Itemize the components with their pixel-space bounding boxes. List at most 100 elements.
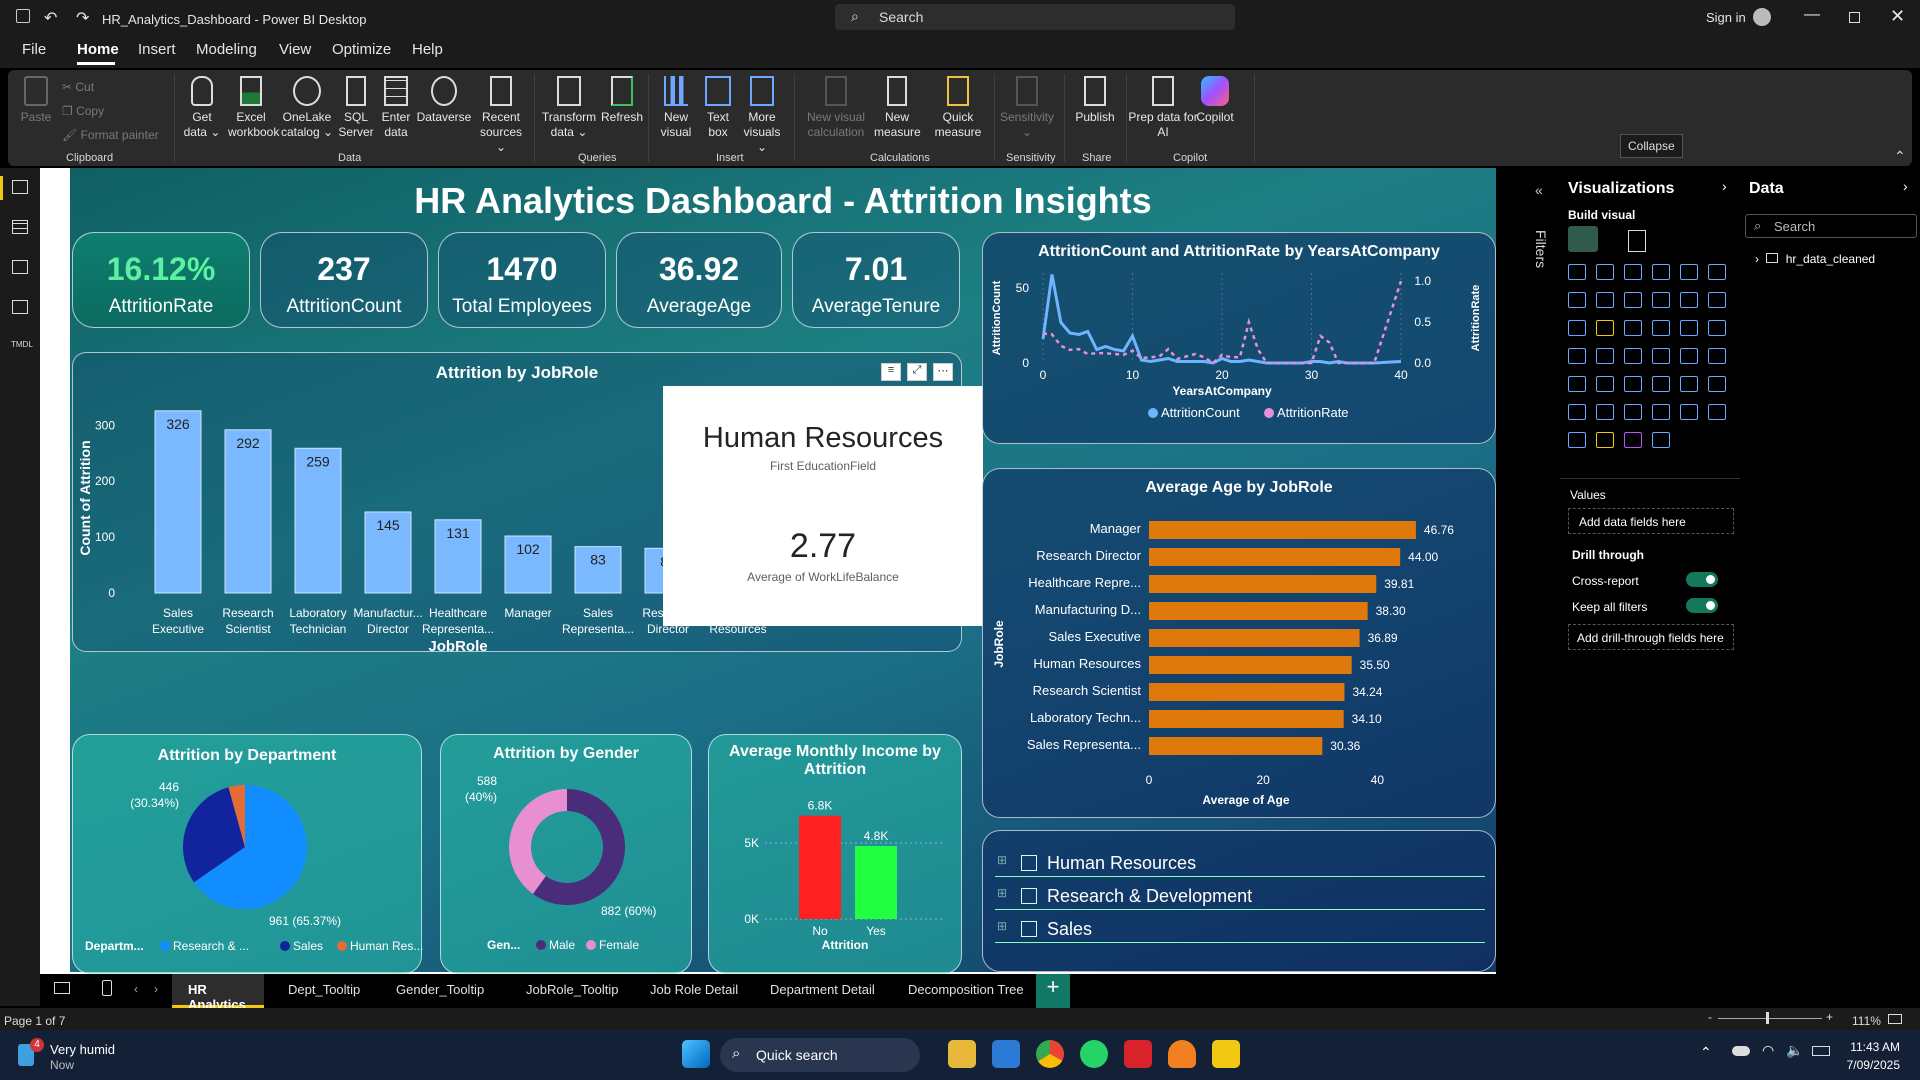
format-visual-tab-icon[interactable] — [1628, 230, 1646, 252]
prev-page-icon[interactable]: ‹ — [134, 982, 138, 996]
collapse-pane-icon[interactable]: › — [1722, 178, 1727, 194]
menu-view[interactable]: View — [279, 41, 311, 58]
save-icon[interactable] — [16, 9, 30, 23]
visual-type-icon[interactable] — [1652, 376, 1670, 392]
dax-query-view-icon[interactable] — [12, 300, 28, 314]
publish-button[interactable]: Publish — [1072, 76, 1118, 125]
menu-optimize[interactable]: Optimize — [332, 41, 391, 58]
tmdl-view-icon[interactable]: TMDL — [11, 340, 33, 349]
visual-type-icon[interactable] — [1624, 376, 1642, 392]
visual-type-icon[interactable] — [1708, 264, 1726, 280]
expand-icon[interactable]: ⊞ — [997, 886, 1007, 900]
visual-type-icon[interactable] — [1652, 404, 1670, 420]
visual-type-icon[interactable] — [1708, 404, 1726, 420]
visual-type-icon[interactable] — [1652, 348, 1670, 364]
visual-type-icon[interactable] — [1568, 432, 1586, 448]
more-visuals-button[interactable]: More visuals ⌄ — [740, 76, 784, 155]
tab-hr-analytics[interactable]: HR Analytics — [172, 974, 264, 1012]
zoom-out-icon[interactable]: - — [1708, 1010, 1712, 1024]
text-box-button[interactable]: Text box — [700, 76, 736, 140]
taskbar-search[interactable]: ⌕ Quick search — [720, 1038, 920, 1072]
kpi-card-attrition-count[interactable]: 237 AttritionCount — [260, 232, 428, 328]
menu-modeling[interactable]: Modeling — [196, 41, 257, 58]
dataverse-button[interactable]: Dataverse — [416, 76, 472, 125]
zoom-in-icon[interactable]: + — [1826, 1010, 1833, 1024]
excel-workbook-button[interactable]: Excel workbook — [228, 76, 279, 140]
checkbox-icon[interactable] — [1021, 921, 1037, 937]
checkbox-icon[interactable] — [1021, 888, 1037, 904]
slicer-item[interactable]: ⊞ Research & Development — [995, 886, 1485, 910]
tab-job-role-detail[interactable]: Job Role Detail — [634, 974, 744, 1008]
department-slicer[interactable]: ⊞ Human Resources ⊞ Research & Developme… — [982, 830, 1496, 972]
visual-type-icon[interactable] — [1596, 376, 1614, 392]
file-explorer-icon[interactable] — [948, 1040, 976, 1068]
expand-icon[interactable]: ⊞ — [997, 919, 1007, 933]
store-icon[interactable] — [992, 1040, 1020, 1068]
visual-type-icon[interactable] — [1624, 404, 1642, 420]
visual-type-icon[interactable] — [1624, 264, 1642, 280]
visual-type-icon[interactable] — [1624, 292, 1642, 308]
kpi-card-total-employees[interactable]: 1470 Total Employees — [438, 232, 606, 328]
visual-type-icon[interactable] — [1568, 292, 1586, 308]
new-visual-button[interactable]: New visual — [658, 76, 694, 140]
expand-icon[interactable]: ⊞ — [997, 853, 1007, 867]
visual-type-icon[interactable] — [1680, 348, 1698, 364]
get-data-button[interactable]: Get data ⌄ — [182, 76, 222, 140]
kpi-card-average-age[interactable]: 36.92 AverageAge — [616, 232, 782, 328]
close-icon[interactable]: ✕ — [1890, 6, 1905, 27]
sql-server-button[interactable]: SQL Server — [338, 76, 374, 140]
undo-icon[interactable]: ↶ — [44, 8, 57, 28]
zoom-slider-thumb[interactable] — [1766, 1012, 1769, 1024]
visual-type-icon[interactable] — [1680, 264, 1698, 280]
visual-type-icon[interactable] — [1680, 292, 1698, 308]
kpi-card-attrition-rate[interactable]: 16.12% AttritionRate — [72, 232, 250, 328]
visual-type-icon[interactable] — [1624, 320, 1642, 336]
onedrive-icon[interactable] — [1732, 1046, 1750, 1056]
menu-file[interactable]: File — [22, 41, 46, 58]
tab-department-detail[interactable]: Department Detail — [754, 974, 884, 1008]
sensitivity-button[interactable]: Sensitivity ⌄ — [998, 76, 1056, 140]
filters-pane-collapsed[interactable]: « Filters — [1525, 168, 1559, 974]
add-page-button[interactable]: + — [1036, 974, 1070, 1008]
chevron-up-icon[interactable]: ⌃ — [1700, 1044, 1712, 1061]
refresh-button[interactable]: Refresh — [600, 76, 644, 125]
maximize-icon[interactable] — [1849, 12, 1860, 23]
tab-decomposition-tree[interactable]: Decomposition Tree — [892, 974, 1036, 1008]
new-visual-calculation-button[interactable]: New visual calculation — [804, 76, 868, 140]
visual-type-icon[interactable] — [1652, 432, 1670, 448]
slicer-item[interactable]: ⊞ Sales — [995, 919, 1485, 943]
visual-type-icon[interactable] — [1680, 376, 1698, 392]
kpi-card-average-tenure[interactable]: 7.01 AverageTenure — [792, 232, 960, 328]
zoom-slider[interactable] — [1718, 1018, 1822, 1019]
format-painter-button[interactable]: 🖌 Format painter — [62, 128, 159, 143]
visual-type-icon[interactable] — [1596, 292, 1614, 308]
visual-type-icon[interactable] — [1652, 264, 1670, 280]
visual-type-icon[interactable] — [1596, 264, 1614, 280]
onelake-catalog-button[interactable]: OneLake catalog ⌄ — [280, 76, 334, 140]
new-measure-button[interactable]: New measure — [874, 76, 921, 140]
fit-to-page-icon[interactable] — [1888, 1014, 1902, 1024]
expand-filters-icon[interactable]: « — [1535, 182, 1543, 198]
tab-dept-tooltip[interactable]: Dept_Tooltip — [270, 974, 370, 1008]
visual-type-icon[interactable] — [1568, 320, 1586, 336]
redo-icon[interactable]: ↷ — [76, 8, 89, 28]
acrobat-icon[interactable] — [1124, 1040, 1152, 1068]
visual-attrition-by-years[interactable]: AttritionCount and AttritionRate by Year… — [982, 232, 1496, 444]
tab-gender-tooltip[interactable]: Gender_Tooltip — [380, 974, 490, 1008]
menu-insert[interactable]: Insert — [138, 41, 176, 58]
account-icon[interactable] — [1753, 8, 1771, 26]
visual-type-icon[interactable] — [1568, 348, 1586, 364]
visual-type-icon[interactable] — [1652, 320, 1670, 336]
mobile-layout-icon[interactable] — [102, 980, 112, 996]
visual-type-icon[interactable] — [1568, 404, 1586, 420]
menu-home[interactable]: Home — [77, 41, 119, 58]
collapse-ribbon-icon[interactable]: ⌃ — [1894, 148, 1906, 165]
visual-type-icon[interactable] — [1708, 376, 1726, 392]
keep-filters-toggle[interactable] — [1686, 598, 1718, 613]
report-view-icon[interactable] — [12, 180, 28, 194]
quick-measure-button[interactable]: Quick measure — [930, 76, 986, 140]
visual-type-icon[interactable] — [1624, 348, 1642, 364]
add-drill-through-well[interactable]: Add drill-through fields here — [1568, 624, 1734, 650]
chrome-icon[interactable] — [1036, 1040, 1064, 1068]
model-view-icon[interactable] — [12, 260, 28, 274]
